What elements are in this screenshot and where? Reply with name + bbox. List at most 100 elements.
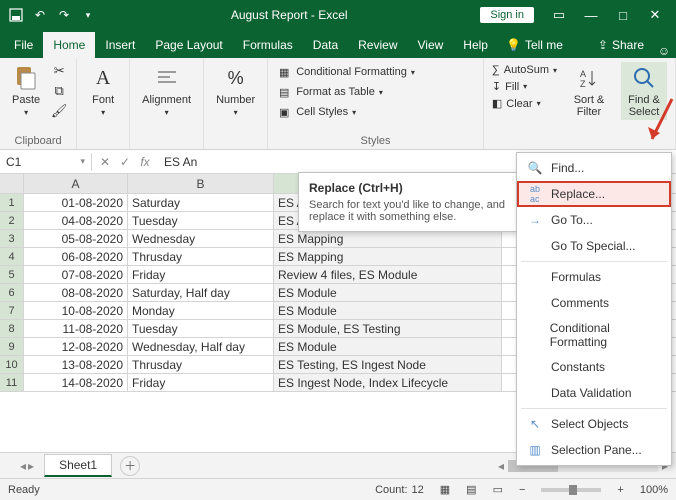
tab-page-layout[interactable]: Page Layout — [145, 32, 232, 58]
maximize-icon[interactable]: □ — [608, 5, 638, 25]
cell[interactable]: Thrusday — [128, 356, 274, 373]
sign-in-button[interactable]: Sign in — [480, 7, 534, 23]
clear-button[interactable]: ◧Clear▾ — [492, 97, 557, 110]
cell[interactable]: ES Ingest Node, Index Lifecycle — [274, 374, 502, 391]
tab-formulas[interactable]: Formulas — [233, 32, 303, 58]
menu-find[interactable]: 🔍Find... — [517, 155, 671, 181]
view-break-icon[interactable]: ▭ — [493, 483, 503, 496]
row-header[interactable]: 2 — [0, 212, 24, 229]
col-header-b[interactable]: B — [128, 174, 274, 193]
qat-dropdown-icon[interactable]: ▾ — [78, 5, 98, 25]
row-header[interactable]: 11 — [0, 374, 24, 391]
cell[interactable]: Wednesday — [128, 230, 274, 247]
cell[interactable]: ES Module, ES Testing — [274, 320, 502, 337]
feedback-icon[interactable]: ☺ — [652, 44, 676, 58]
view-page-icon[interactable]: ▤ — [466, 483, 476, 496]
row-header[interactable]: 1 — [0, 194, 24, 211]
cell[interactable]: 13-08-2020 — [24, 356, 128, 373]
zoom-level[interactable]: 100% — [640, 484, 668, 496]
cell[interactable]: 06-08-2020 — [24, 248, 128, 265]
cell[interactable]: ES Mapping — [274, 230, 502, 247]
cell[interactable]: ES Testing, ES Ingest Node — [274, 356, 502, 373]
tab-insert[interactable]: Insert — [95, 32, 145, 58]
ribbon-options-icon[interactable]: ▭ — [544, 5, 574, 25]
name-box[interactable]: C1▾ — [0, 153, 92, 171]
cell[interactable]: Tuesday — [128, 320, 274, 337]
menu-replace[interactable]: abacReplace... — [517, 181, 671, 207]
tab-help[interactable]: Help — [453, 32, 498, 58]
cell[interactable]: Thrusday — [128, 248, 274, 265]
redo-icon[interactable]: ↷ — [54, 5, 74, 25]
menu-select-objects[interactable]: ↖Select Objects — [517, 411, 671, 437]
sort-filter-button[interactable]: AZ Sort & Filter — [565, 62, 613, 120]
row-header[interactable]: 10 — [0, 356, 24, 373]
view-normal-icon[interactable]: ▦ — [440, 483, 450, 496]
cell[interactable]: Wednesday, Half day — [128, 338, 274, 355]
tab-file[interactable]: File — [4, 32, 43, 58]
cell-styles-button[interactable]: ▣Cell Styles▾ — [276, 104, 475, 120]
sheet-tab-1[interactable]: Sheet1 — [44, 454, 112, 477]
font-button[interactable]: A Font▾ — [85, 62, 121, 119]
number-button[interactable]: % Number▾ — [212, 62, 259, 119]
cell[interactable]: ES Module — [274, 284, 502, 301]
minimize-icon[interactable]: ― — [576, 5, 606, 25]
cell[interactable]: 14-08-2020 — [24, 374, 128, 391]
format-as-table-button[interactable]: ▤Format as Table▾ — [276, 84, 475, 100]
zoom-in-icon[interactable]: + — [617, 484, 623, 496]
close-icon[interactable]: ✕ — [640, 5, 670, 25]
menu-data-validation[interactable]: Data Validation — [517, 380, 671, 406]
sheet-prev-icon[interactable]: ◂ — [20, 459, 26, 473]
menu-constants[interactable]: Constants — [517, 354, 671, 380]
tab-data[interactable]: Data — [303, 32, 348, 58]
tab-view[interactable]: View — [408, 32, 454, 58]
cell[interactable]: Friday — [128, 266, 274, 283]
enter-icon[interactable]: ✓ — [116, 155, 134, 169]
add-sheet-button[interactable]: ＋ — [120, 456, 140, 476]
menu-selection-pane[interactable]: ▥Selection Pane... — [517, 437, 671, 463]
row-header[interactable]: 5 — [0, 266, 24, 283]
tell-me[interactable]: 💡Tell me — [498, 32, 571, 58]
row-header[interactable]: 9 — [0, 338, 24, 355]
cell[interactable]: ES Module — [274, 338, 502, 355]
cell[interactable]: ES Mapping — [274, 248, 502, 265]
cell[interactable]: Saturday, Half day — [128, 284, 274, 301]
cell[interactable]: Review 4 files, ES Module — [274, 266, 502, 283]
menu-comments[interactable]: Comments — [517, 290, 671, 316]
row-header[interactable]: 4 — [0, 248, 24, 265]
autosum-button[interactable]: ∑AutoSum▾ — [492, 64, 557, 76]
alignment-button[interactable]: Alignment▾ — [138, 62, 195, 119]
row-header[interactable]: 3 — [0, 230, 24, 247]
cell[interactable]: ES Module — [274, 302, 502, 319]
cell[interactable]: 12-08-2020 — [24, 338, 128, 355]
zoom-out-icon[interactable]: − — [519, 484, 525, 496]
row-header[interactable]: 6 — [0, 284, 24, 301]
format-painter-icon[interactable]: 🖌 — [50, 102, 68, 120]
row-header[interactable]: 7 — [0, 302, 24, 319]
menu-formulas[interactable]: Formulas — [517, 264, 671, 290]
zoom-slider[interactable] — [541, 488, 601, 492]
cut-icon[interactable]: ✂ — [50, 62, 68, 80]
cell[interactable]: Friday — [128, 374, 274, 391]
cell[interactable]: 01-08-2020 — [24, 194, 128, 211]
row-header[interactable]: 8 — [0, 320, 24, 337]
scroll-left-icon[interactable]: ◂ — [498, 459, 504, 473]
menu-cond-fmt[interactable]: Conditional Formatting — [517, 316, 671, 354]
cancel-icon[interactable]: ✕ — [96, 155, 114, 169]
undo-icon[interactable]: ↶ — [30, 5, 50, 25]
cell[interactable]: Tuesday — [128, 212, 274, 229]
menu-goto[interactable]: →Go To... — [517, 207, 671, 233]
conditional-formatting-button[interactable]: ▦Conditional Formatting▾ — [276, 64, 475, 80]
cell[interactable]: 05-08-2020 — [24, 230, 128, 247]
fx-icon[interactable]: fx — [136, 155, 154, 169]
menu-goto-special[interactable]: Go To Special... — [517, 233, 671, 259]
tab-home[interactable]: Home — [43, 32, 95, 58]
sheet-next-icon[interactable]: ▸ — [28, 459, 34, 473]
copy-icon[interactable]: ⧉ — [50, 82, 68, 100]
share-button[interactable]: ⇪Share — [590, 32, 652, 58]
fill-button[interactable]: ↧Fill▾ — [492, 80, 557, 93]
cell[interactable]: 08-08-2020 — [24, 284, 128, 301]
cell[interactable]: Monday — [128, 302, 274, 319]
col-header-a[interactable]: A — [24, 174, 128, 193]
select-all-corner[interactable] — [0, 174, 24, 193]
cell[interactable]: 04-08-2020 — [24, 212, 128, 229]
